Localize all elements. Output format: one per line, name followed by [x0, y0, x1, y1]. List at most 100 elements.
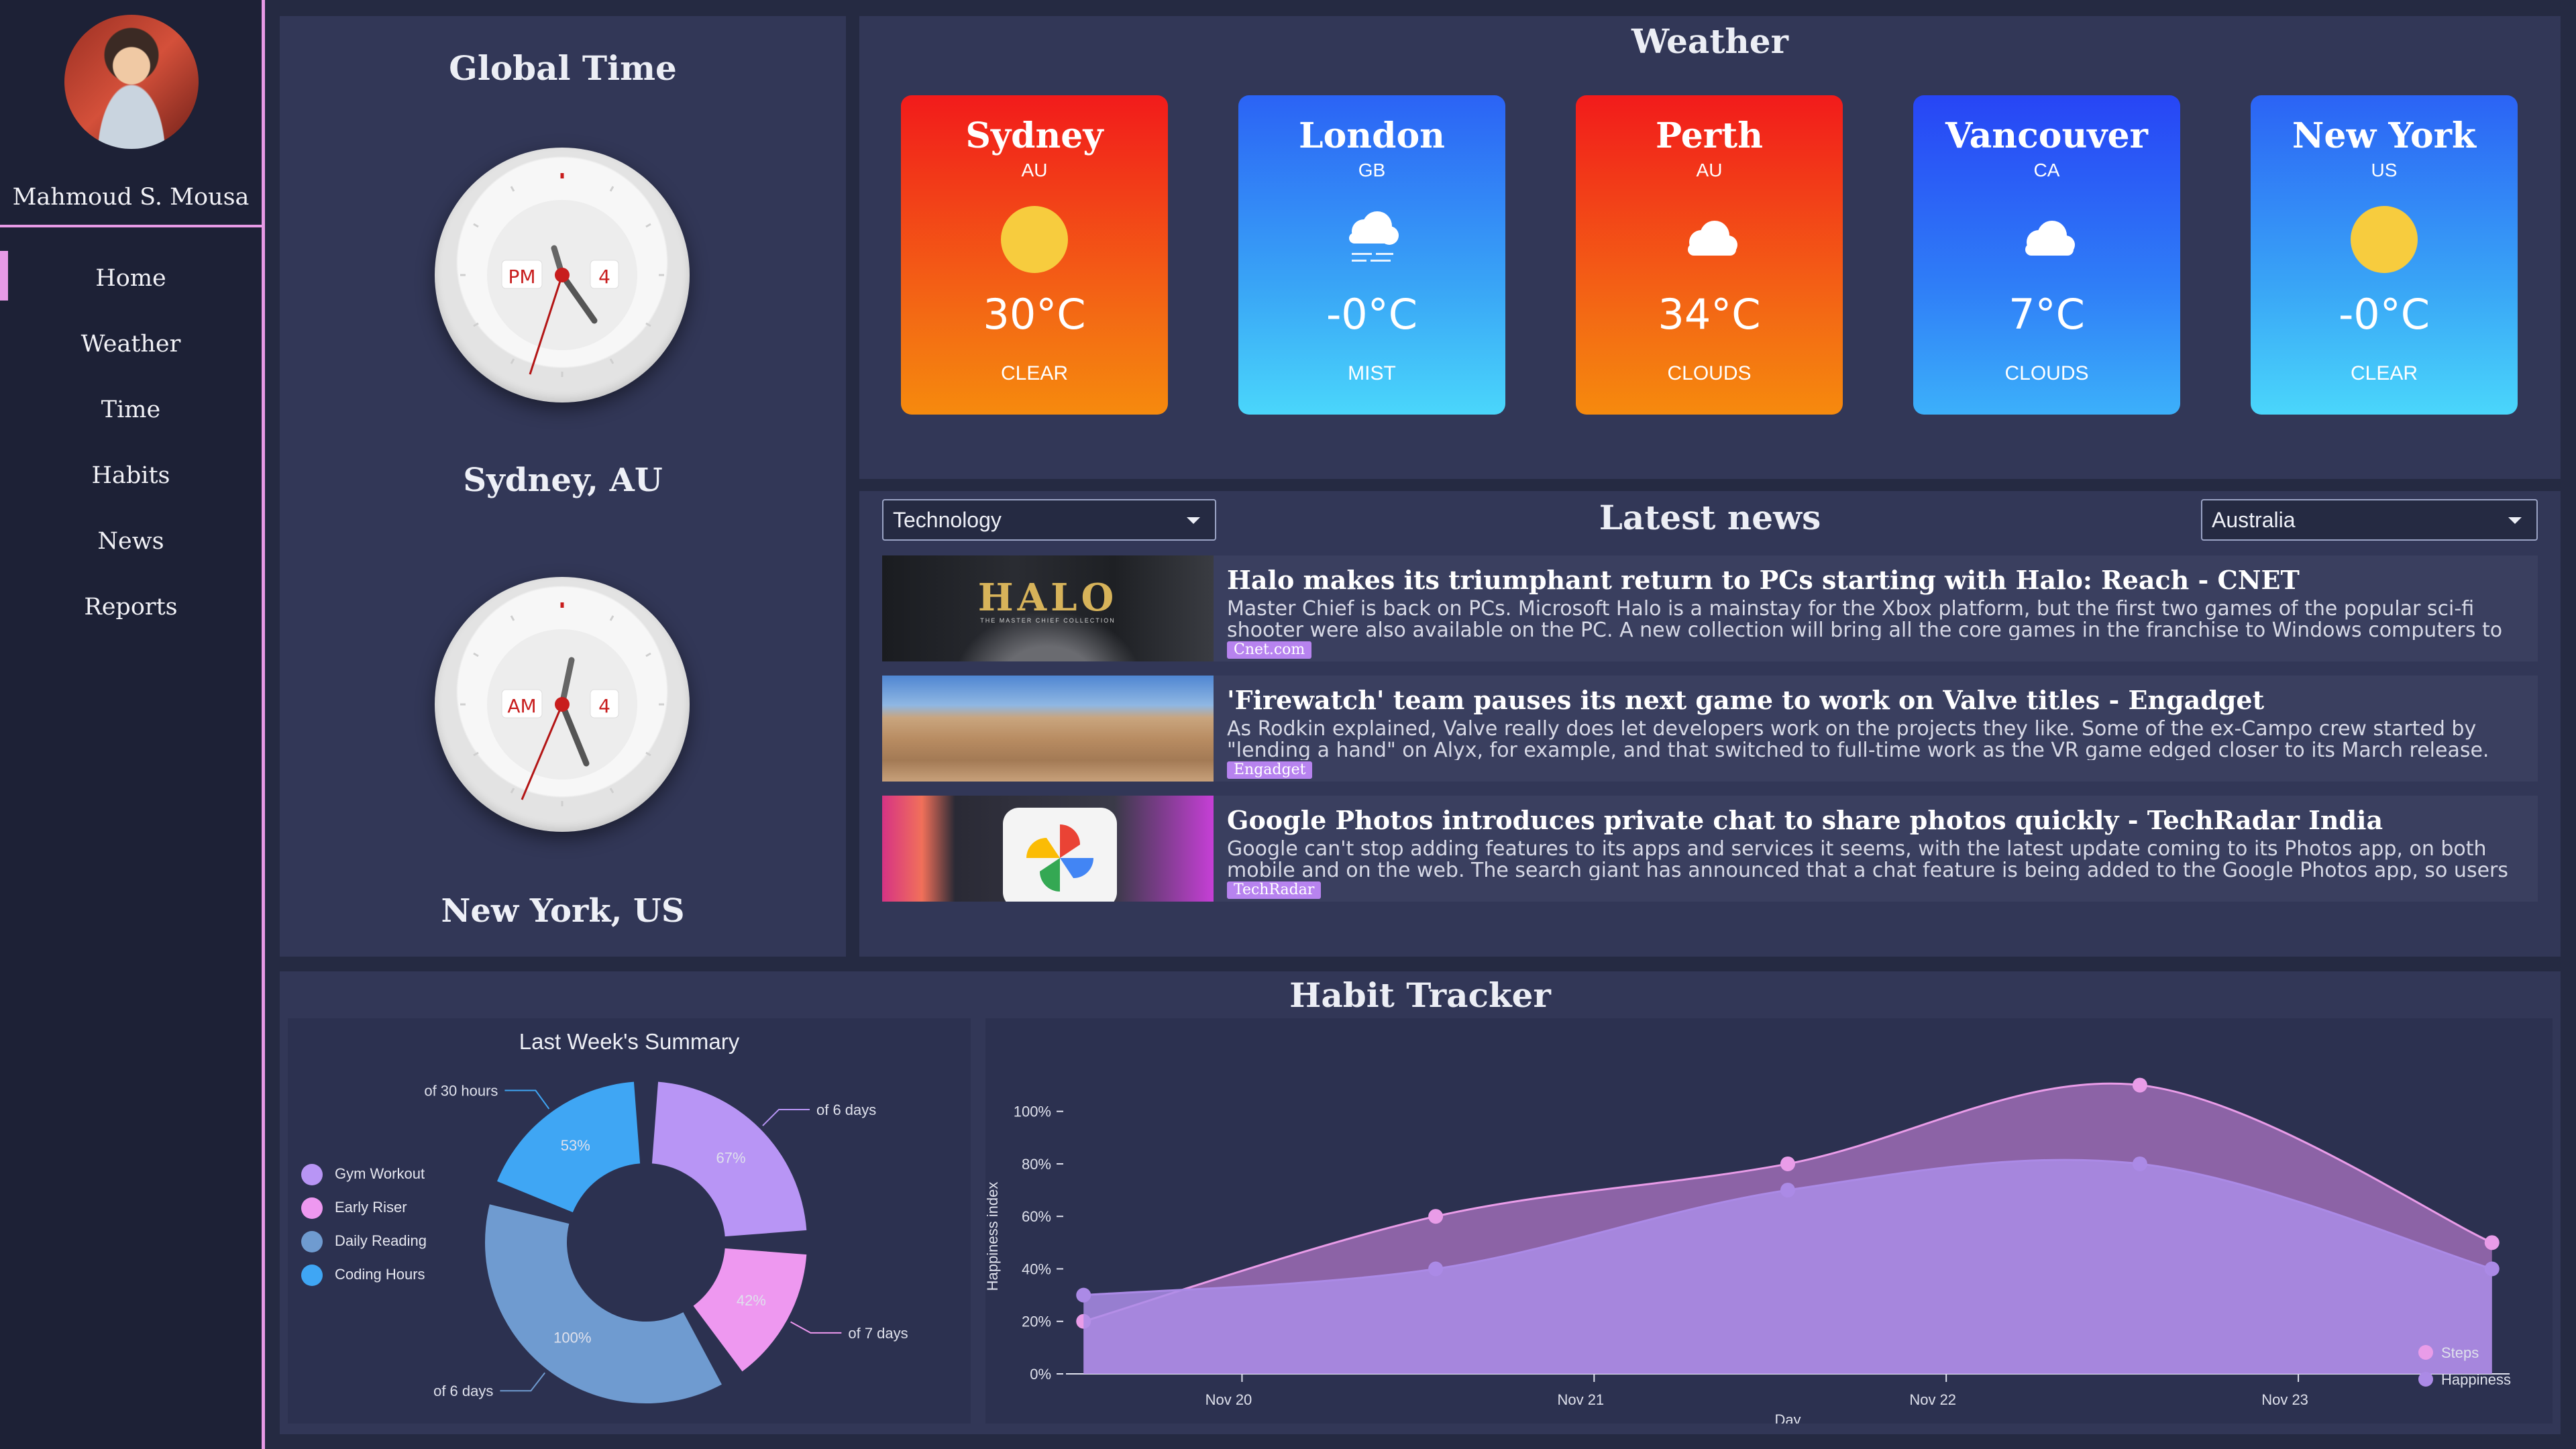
- habit-tracker-panel: Habit Tracker Last Week's Summary Gym Wo…: [280, 971, 2561, 1434]
- news-item[interactable]: HALO THE MASTER CHIEF COLLECTION Halo ma…: [882, 555, 2538, 661]
- donut-slice-percent-label: 53%: [561, 1137, 590, 1154]
- news-thumb-subtitle: THE MASTER CHIEF COLLECTION: [980, 617, 1116, 624]
- weather-card-vancouver[interactable]: Vancouver CA 7°C CLOUDS: [1913, 95, 2180, 415]
- data-point: [1780, 1156, 1795, 1171]
- weather-desc: CLEAR: [1000, 362, 1069, 384]
- news-country-select[interactable]: Australia: [2201, 499, 2538, 541]
- weather-temp: -0°C: [1326, 290, 1418, 339]
- weather-card-perth[interactable]: Perth AU 34°C CLOUDS: [1576, 95, 1843, 415]
- news-headline: 'Firewatch' team pauses its next game to…: [1227, 685, 2265, 715]
- weather-card-sydney[interactable]: Sydney AU 30°C CLEAR: [901, 95, 1168, 415]
- weather-city: Vancouver: [1945, 115, 2148, 156]
- clock-ampm: AM: [507, 695, 537, 717]
- donut-leader-line: [504, 1089, 550, 1110]
- donut-slice-percent-label: 100%: [553, 1329, 591, 1346]
- legend-dot-icon: [2418, 1372, 2433, 1387]
- photos-app-icon: [1003, 808, 1117, 902]
- data-point: [2132, 1077, 2147, 1093]
- sun-icon: [1001, 206, 1068, 273]
- news-headline: Halo makes its triumphant return to PCs …: [1227, 565, 2300, 595]
- nav-item-home[interactable]: Home: [0, 255, 262, 302]
- sun-icon: [2351, 206, 2418, 273]
- donut-goal-label: of 7 days: [848, 1325, 908, 1342]
- x-tick-label: Nov 21: [1557, 1391, 1604, 1408]
- y-axis-label: Happiness index: [985, 1182, 1001, 1291]
- data-point: [1780, 1183, 1795, 1198]
- nav-item-habits[interactable]: Habits: [0, 452, 262, 499]
- weather-country: AU: [1696, 160, 1723, 180]
- cloud-icon: [2025, 221, 2075, 256]
- news-description: Google can't stop adding features to its…: [1227, 839, 2508, 880]
- weather-desc: CLEAR: [2350, 362, 2418, 384]
- habit-tracker-title: Habit Tracker: [1289, 975, 1551, 1015]
- clock-date: 4: [598, 695, 610, 717]
- weather-card-london[interactable]: London GB -0°C MIST: [1238, 95, 1505, 415]
- donut-chart: 67% of 6 days 42% of 7 days 100% of 6 days 53%…: [424, 1081, 908, 1403]
- clock-new-york: AM 4: [435, 577, 690, 832]
- avatar[interactable]: [64, 15, 199, 149]
- news-source-badge: Cnet.com: [1227, 641, 1312, 659]
- weather-city: New York: [2292, 115, 2477, 156]
- weather-country: GB: [1358, 160, 1386, 180]
- data-point: [2132, 1156, 2147, 1171]
- donut-slice-percent-label: 42%: [737, 1292, 766, 1309]
- weather-city: London: [1299, 115, 1445, 156]
- clock-face-icon: [460, 173, 664, 377]
- weather-title: Weather: [1631, 21, 1788, 61]
- data-point: [1428, 1209, 1444, 1224]
- news-description: As Rodkin explained, Valve really does l…: [1227, 718, 2489, 760]
- nav-item-news[interactable]: News: [0, 518, 262, 565]
- donut-leader-line: [790, 1321, 842, 1334]
- donut-leader-line: [500, 1372, 546, 1392]
- profile-divider: [0, 225, 262, 227]
- donut-goal-label: of 6 days: [433, 1383, 493, 1399]
- news-source-badge: TechRadar: [1227, 881, 1322, 899]
- donut-slice: [693, 1248, 807, 1372]
- news-item[interactable]: 'Firewatch' team pauses its next game to…: [882, 676, 2538, 782]
- pinwheel-icon: [1026, 824, 1093, 892]
- data-point: [1076, 1287, 1091, 1303]
- weather-temp: 30°C: [983, 290, 1086, 339]
- weather-desc: CLOUDS: [1667, 362, 1752, 384]
- y-tick-label: 20%: [1022, 1313, 1051, 1330]
- global-time-panel: Global Time PM 4 Sydney, AU AM 4 New Yor…: [280, 16, 846, 957]
- news-thumbnail: HALO THE MASTER CHIEF COLLECTION: [882, 555, 1214, 661]
- donut-slice: [485, 1204, 722, 1403]
- clock-date: 4: [598, 266, 610, 288]
- y-tick-label: 40%: [1022, 1260, 1051, 1277]
- news-panel: Technology Latest news Australia HALO TH…: [859, 491, 2561, 957]
- clock-city-label: Sydney, AU: [463, 462, 663, 499]
- weather-city: Sydney: [965, 115, 1104, 156]
- happiness-area-chart: 0% 20% 40% 60% 80% 100% Nov 20 Nov 21 Nov 22 Nov …: [985, 1077, 2511, 1424]
- news-thumb-logo: HALO: [977, 576, 1118, 620]
- x-tick-label: Nov 23: [2261, 1391, 2308, 1408]
- clock-ampm: PM: [508, 266, 536, 288]
- weather-card-new-york[interactable]: New York US -0°C CLEAR: [2251, 95, 2518, 415]
- nav-item-weather[interactable]: Weather: [0, 321, 262, 368]
- weather-temp: -0°C: [2338, 290, 2430, 339]
- news-description: Master Chief is back on PCs. Microsoft H…: [1227, 598, 2503, 640]
- weather-country: AU: [1021, 160, 1048, 180]
- weather-desc: MIST: [1348, 362, 1396, 384]
- data-point: [2484, 1235, 2500, 1250]
- weather-temp: 7°C: [2008, 290, 2085, 339]
- clock-city-label: New York, US: [441, 892, 685, 930]
- x-tick-label: Nov 20: [1205, 1391, 1252, 1408]
- weather-desc: CLOUDS: [2004, 362, 2089, 384]
- data-point: [2484, 1261, 2500, 1277]
- weather-country: US: [2371, 160, 2398, 180]
- weather-country: CA: [2033, 160, 2060, 180]
- donut-leader-line: [762, 1109, 810, 1126]
- legend-label: Steps: [2441, 1344, 2479, 1361]
- global-time-title: Global Time: [449, 48, 677, 88]
- data-point: [1428, 1261, 1444, 1277]
- news-item[interactable]: Google Photos introduces private chat to…: [882, 796, 2538, 902]
- nav-item-time[interactable]: Time: [0, 386, 262, 433]
- sidebar: Mahmoud S. Mousa Home Weather Time Habit…: [0, 0, 265, 1449]
- y-tick-label: 100%: [1014, 1104, 1051, 1120]
- nav-item-reports[interactable]: Reports: [0, 584, 262, 631]
- clock-face-icon: [460, 602, 664, 806]
- news-source-badge: Engadget: [1227, 761, 1313, 779]
- donut-goal-label: of 30 hours: [424, 1082, 498, 1099]
- happiness-chart-card: 0% 20% 40% 60% 80% 100% Nov 20 Nov 21 Nov 22 Nov …: [985, 1018, 2553, 1424]
